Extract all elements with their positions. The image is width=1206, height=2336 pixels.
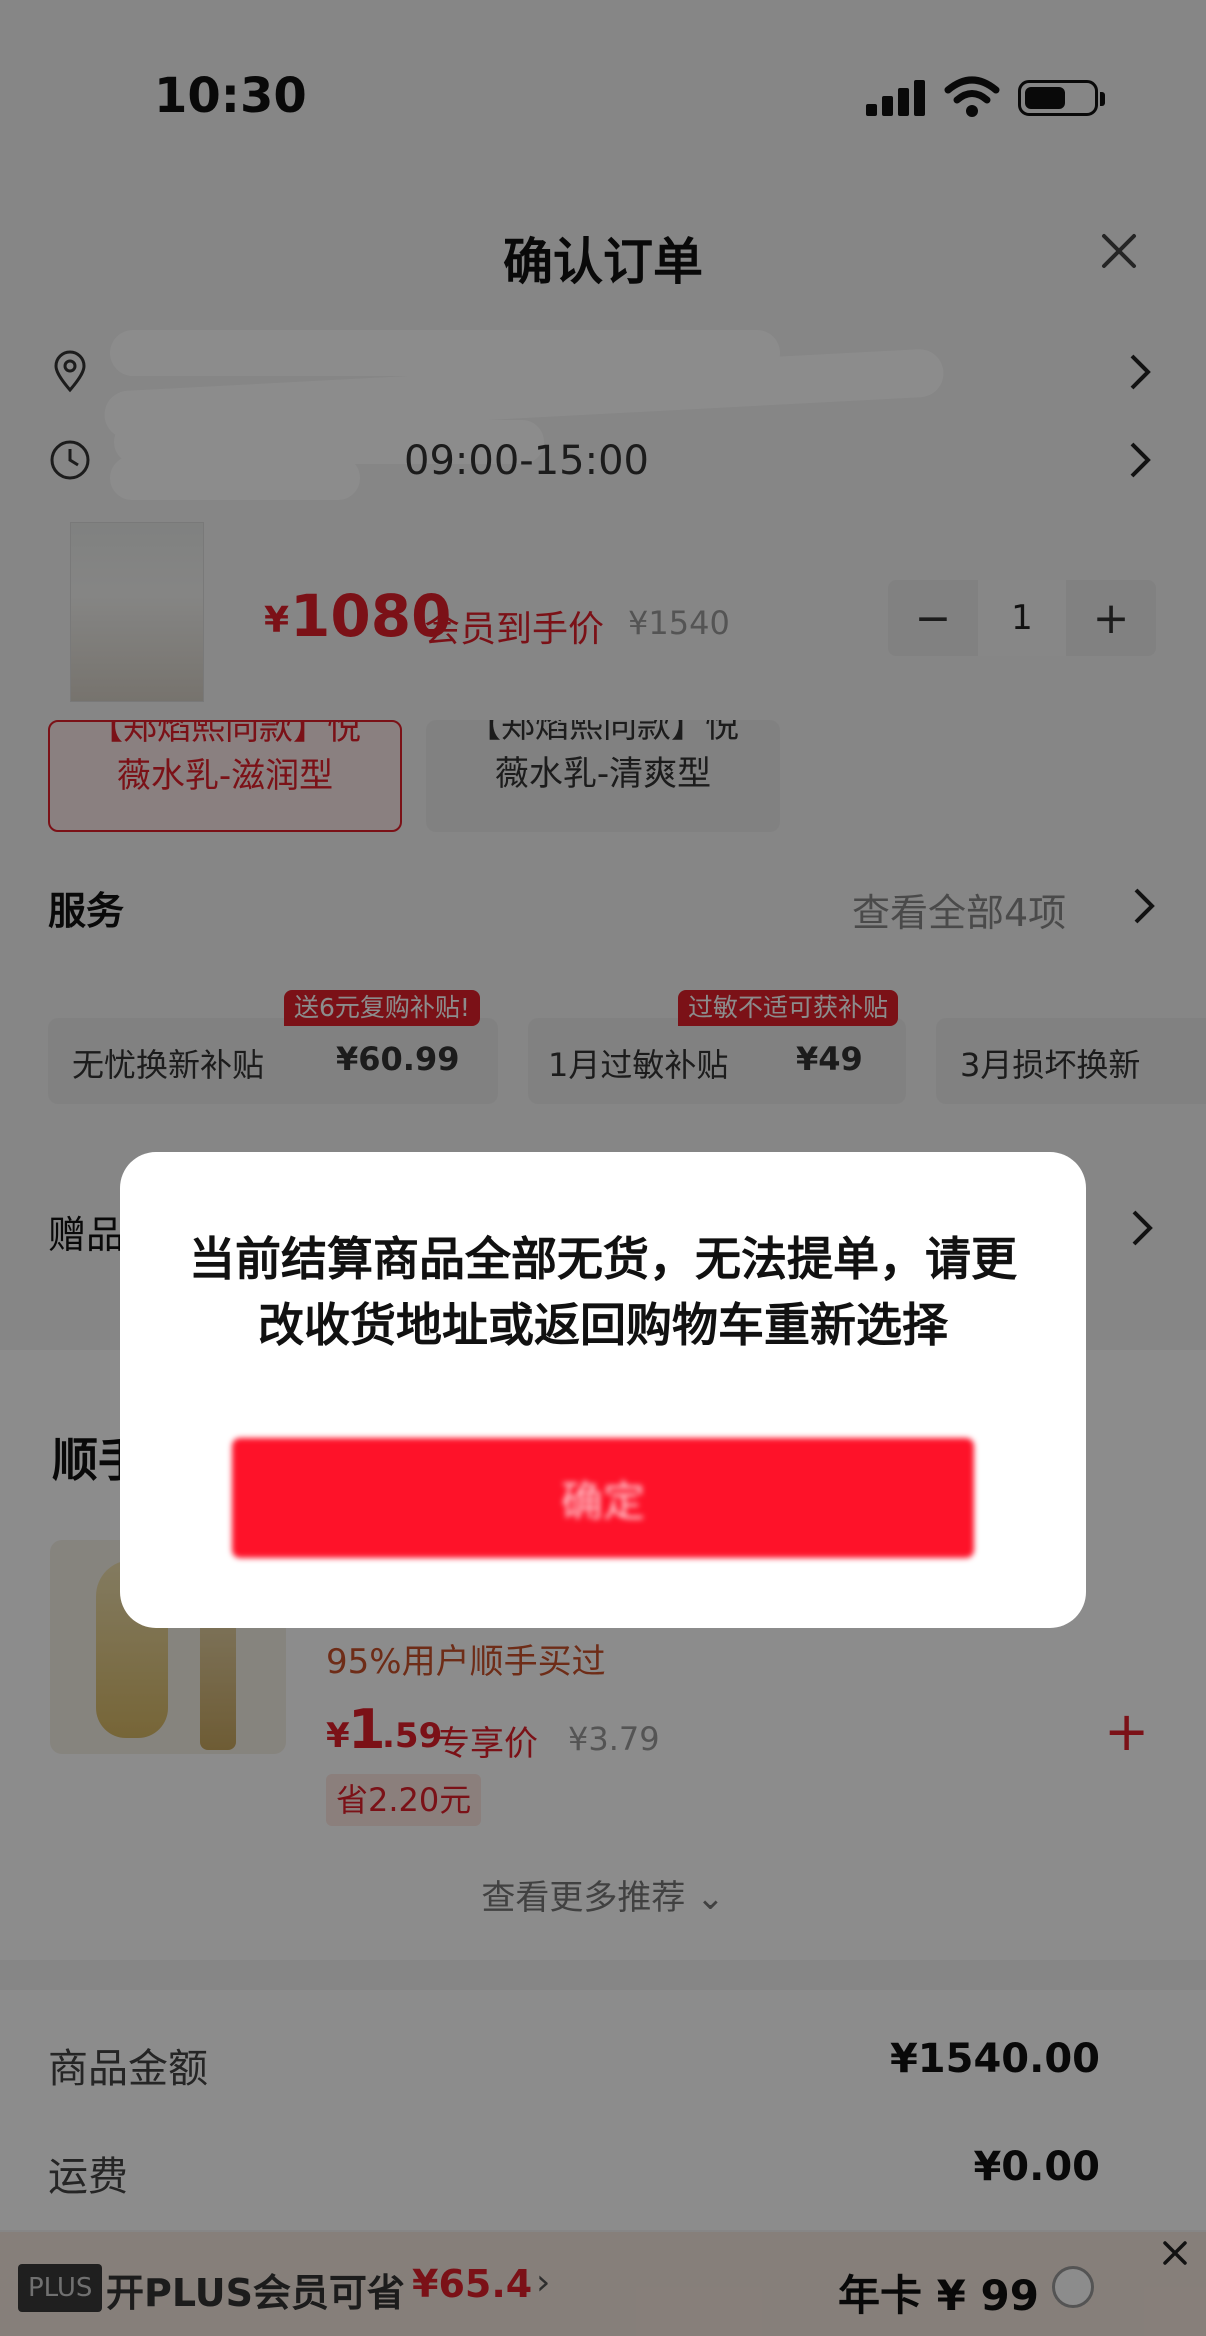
dialog-message: 当前结算商品全部无货，无法提单，请更改收货地址或返回购物车重新选择 <box>189 1232 1017 1352</box>
confirm-button[interactable]: 确定 <box>232 1438 974 1558</box>
out-of-stock-dialog: 当前结算商品全部无货，无法提单，请更改收货地址或返回购物车重新选择 确定 <box>120 1152 1086 1628</box>
